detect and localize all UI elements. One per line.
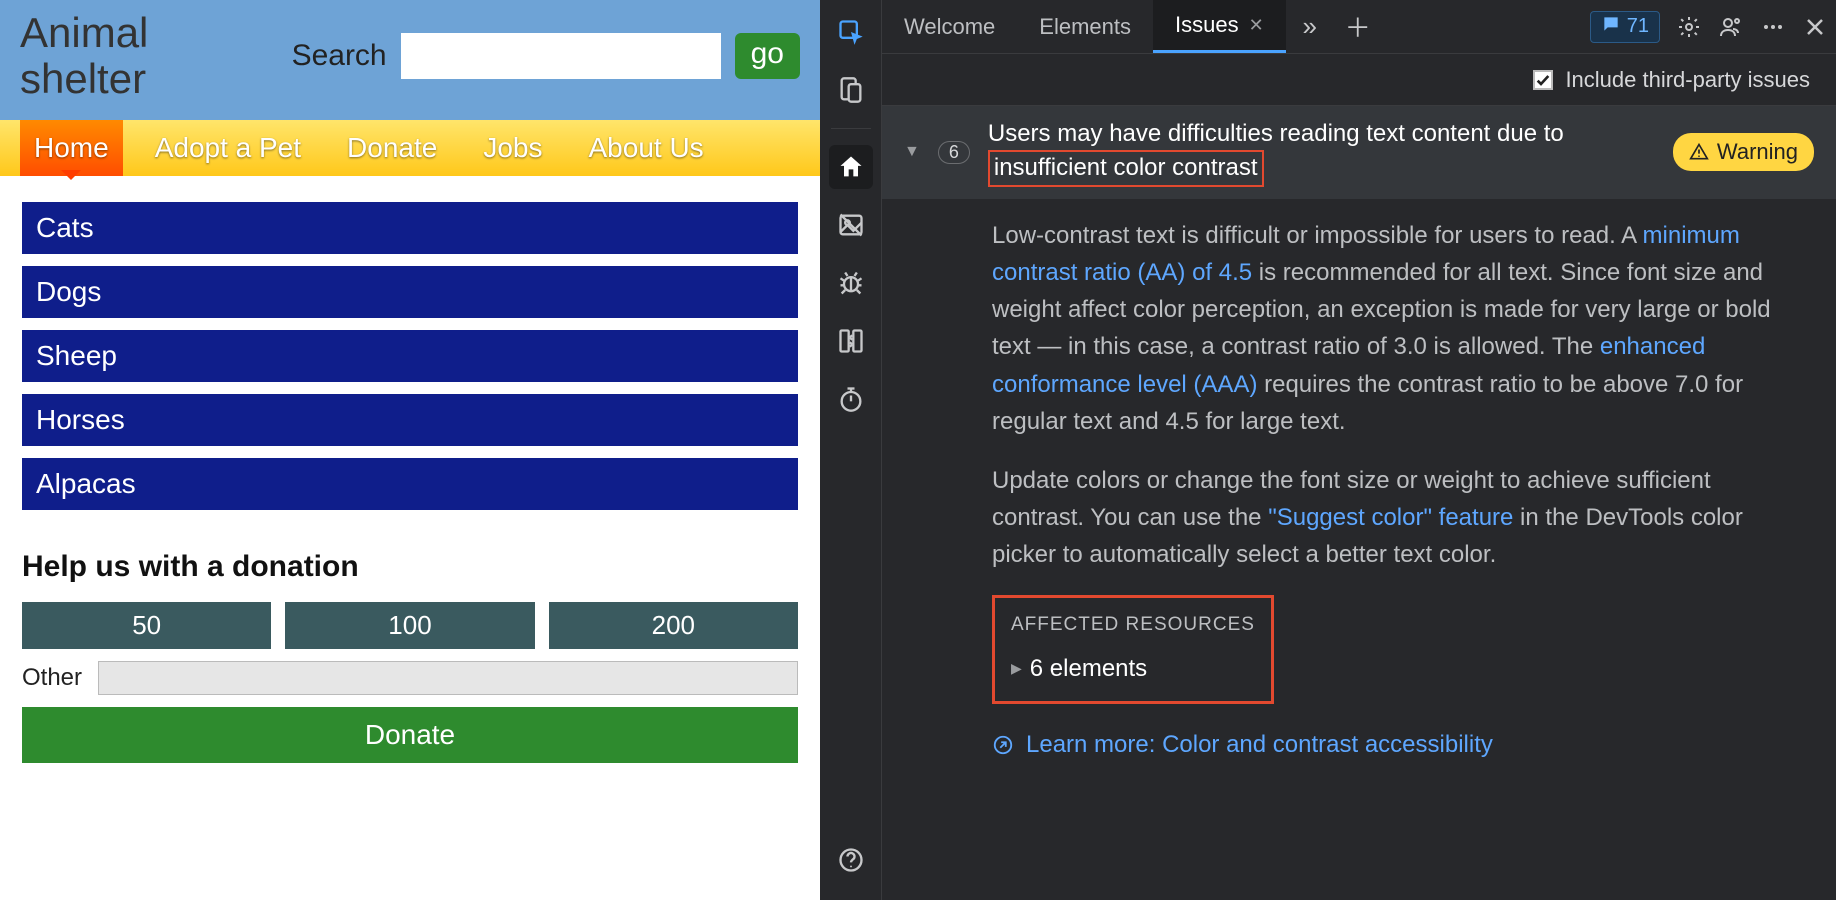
category-item[interactable]: Horses: [22, 394, 798, 446]
donation-other-row: Other: [22, 661, 798, 695]
third-party-label: Include third-party issues: [1565, 67, 1810, 93]
donation-other-label: Other: [22, 664, 88, 692]
donate-button[interactable]: Donate: [22, 707, 798, 763]
devtools-tabbar: Welcome Elements Issues ✕ » ＋ 71: [882, 0, 1836, 54]
feedback-icon[interactable]: [1710, 0, 1752, 53]
affected-resources-box: AFFECTED RESOURCES ▶ 6 elements: [992, 595, 1274, 704]
disclosure-right-icon: ▶: [1011, 658, 1022, 680]
issue-description-p1: Low-contrast text is difficult or imposs…: [992, 217, 1776, 440]
tab-issues[interactable]: Issues ✕: [1153, 0, 1286, 53]
add-tab-icon[interactable]: ＋: [1334, 0, 1382, 53]
search-input[interactable]: [401, 33, 721, 79]
more-icon[interactable]: [1752, 0, 1794, 53]
tab-label: Issues: [1175, 12, 1239, 38]
issue-title: Users may have difficulties reading text…: [988, 118, 1655, 187]
learn-more-link[interactable]: Learn more: Color and contrast accessibi…: [1026, 726, 1493, 763]
home-icon[interactable]: [829, 145, 873, 189]
issue-body: Low-contrast text is difficult or imposs…: [882, 199, 1836, 784]
donation-other-input[interactable]: [98, 661, 798, 695]
donation-amount-button[interactable]: 50: [22, 602, 271, 649]
tab-elements[interactable]: Elements: [1017, 0, 1153, 53]
tabs-overflow-icon[interactable]: »: [1286, 0, 1334, 53]
inspect-icon[interactable]: [829, 10, 873, 54]
category-item[interactable]: Alpacas: [22, 458, 798, 510]
toolstrip-separator: [831, 128, 871, 129]
devtools-pane: Welcome Elements Issues ✕ » ＋ 71: [820, 0, 1836, 900]
app-header: Animal shelter Search go: [0, 0, 820, 120]
donation-heading: Help us with a donation: [22, 550, 798, 584]
close-devtools-icon[interactable]: [1794, 0, 1836, 53]
disclosure-down-icon[interactable]: ▼: [904, 143, 920, 161]
search-label: Search: [292, 39, 387, 73]
affected-elements-label: 6 elements: [1030, 650, 1147, 687]
category-item[interactable]: Sheep: [22, 330, 798, 382]
feedback-count-button[interactable]: 71: [1590, 11, 1660, 43]
site-title: Animal shelter: [20, 10, 190, 102]
third-party-checkbox[interactable]: [1533, 70, 1553, 90]
external-link-icon: [992, 734, 1014, 756]
issue-title-highlight: insufficient color contrast: [988, 150, 1264, 186]
donation-amount-row: 50 100 200: [22, 602, 798, 649]
donation-amount-button[interactable]: 100: [285, 602, 534, 649]
app-main: Cats Dogs Sheep Horses Alpacas Help us w…: [0, 176, 820, 789]
issue-count-badge: 6: [938, 141, 970, 164]
help-icon[interactable]: [829, 838, 873, 882]
warning-badge: Warning: [1673, 133, 1814, 171]
issue-title-pre: Users may have difficulties reading text…: [988, 120, 1564, 147]
nav-home[interactable]: Home: [20, 120, 123, 176]
tab-label: Welcome: [904, 14, 995, 40]
warning-badge-label: Warning: [1717, 139, 1798, 165]
gear-icon[interactable]: [1668, 0, 1710, 53]
app-pane: Animal shelter Search go Home Adopt a Pe…: [0, 0, 820, 900]
tab-label: Elements: [1039, 14, 1131, 40]
bug-icon[interactable]: [829, 261, 873, 305]
search-go-button[interactable]: go: [735, 33, 800, 79]
category-item[interactable]: Cats: [22, 202, 798, 254]
main-nav: Home Adopt a Pet Donate Jobs About Us: [0, 120, 820, 176]
issues-filterbar: Include third-party issues: [882, 54, 1836, 106]
category-list: Cats Dogs Sheep Horses Alpacas: [22, 202, 798, 510]
category-item[interactable]: Dogs: [22, 266, 798, 318]
tab-welcome[interactable]: Welcome: [882, 0, 1017, 53]
learn-more-row: Learn more: Color and contrast accessibi…: [992, 726, 1776, 763]
device-icon[interactable]: [829, 68, 873, 112]
close-icon[interactable]: ✕: [1249, 15, 1264, 36]
issue-header[interactable]: ▼ 6 Users may have difficulties reading …: [882, 106, 1836, 199]
nav-jobs[interactable]: Jobs: [469, 120, 556, 176]
devtools-toolstrip: [820, 0, 882, 900]
nav-about[interactable]: About Us: [575, 120, 718, 176]
donation-amount-button[interactable]: 200: [549, 602, 798, 649]
affected-resources-title: AFFECTED RESOURCES: [1011, 610, 1255, 639]
chat-icon: [1601, 14, 1621, 40]
stopwatch-icon[interactable]: [829, 377, 873, 421]
nav-donate[interactable]: Donate: [333, 120, 451, 176]
devtools-main: Welcome Elements Issues ✕ » ＋ 71: [882, 0, 1836, 900]
image-strike-icon[interactable]: [829, 203, 873, 247]
nav-adopt[interactable]: Adopt a Pet: [141, 120, 315, 176]
issue-description-p2: Update colors or change the font size or…: [992, 462, 1776, 574]
affected-elements-row[interactable]: ▶ 6 elements: [1011, 650, 1255, 687]
suggest-color-link[interactable]: "Suggest color" feature: [1268, 504, 1513, 531]
search-wrap: Search go: [292, 33, 800, 79]
swap-icon[interactable]: [829, 319, 873, 363]
feedback-count: 71: [1627, 15, 1649, 38]
